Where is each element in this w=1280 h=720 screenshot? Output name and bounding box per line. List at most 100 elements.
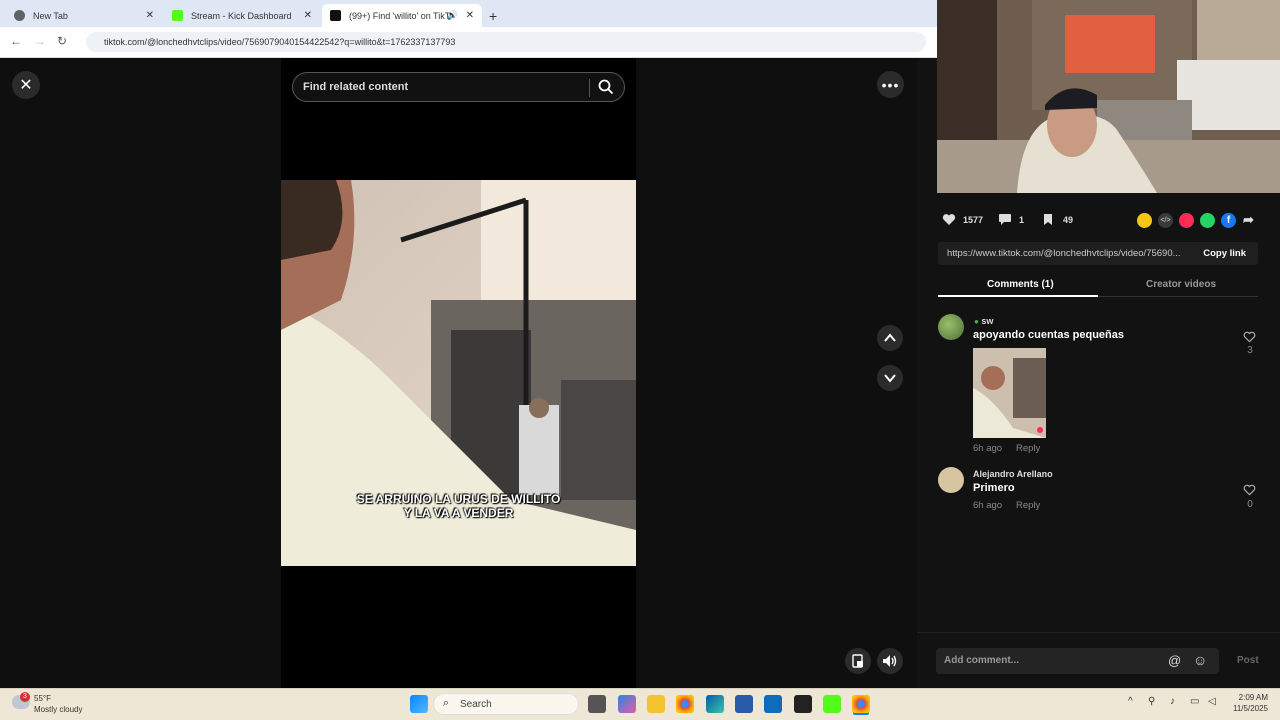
comment-username[interactable]: Alejandro Arellano xyxy=(973,469,1053,479)
file-explorer-icon[interactable] xyxy=(647,695,665,713)
avatar[interactable] xyxy=(938,314,964,340)
more-options-button[interactable]: ••• xyxy=(877,71,904,98)
search-placeholder: Find related content xyxy=(303,81,409,93)
edge-icon[interactable] xyxy=(706,695,724,713)
network-icon[interactable]: ⚲ xyxy=(1148,696,1155,707)
forward-icon[interactable]: → xyxy=(34,34,46,48)
copy-link-button[interactable]: Copy link xyxy=(1203,248,1246,259)
chrome-active-icon[interactable] xyxy=(852,695,870,713)
speaker-icon[interactable]: ◁ xyxy=(1208,696,1216,707)
close-tab-icon[interactable]: ✕ xyxy=(466,10,474,21)
comment-placeholder: Add comment... xyxy=(944,655,1020,666)
reload-icon[interactable]: ↻ xyxy=(57,34,67,48)
webcam-frame xyxy=(937,0,1280,193)
url-text: tiktok.com/@lonchedhvtclips/video/756907… xyxy=(104,37,456,47)
close-tab-icon[interactable]: ✕ xyxy=(146,10,154,21)
tray-chevron-icon[interactable]: ^ xyxy=(1128,696,1133,707)
share-link-url[interactable]: https://www.tiktok.com/@lonchedhvtclips/… xyxy=(947,248,1192,259)
display-icon[interactable]: ▭ xyxy=(1190,696,1199,707)
comment-time: 6h ago xyxy=(973,500,1003,511)
taskbar-search[interactable]: ⌕ Search xyxy=(433,693,579,715)
clock-date[interactable]: 11/5/2025 xyxy=(1226,704,1268,713)
comment-like-count: 0 xyxy=(1247,499,1253,510)
tab-comments[interactable]: Comments (1) xyxy=(987,279,1054,290)
windows-start-icon[interactable] xyxy=(410,695,428,713)
tiktok-icon xyxy=(330,10,341,21)
weather-desc: Mostly cloudy xyxy=(34,705,83,714)
emoji-icon[interactable]: ☺ xyxy=(1193,652,1207,668)
search-divider xyxy=(589,79,590,97)
globe-icon: ● xyxy=(974,317,979,326)
browser-tab-bar: New Tab ✕ Stream - Kick Dashboard ✕ (99+… xyxy=(0,0,937,27)
more-icon: ••• xyxy=(881,76,900,93)
comment-like-count: 3 xyxy=(1247,345,1253,356)
copilot-icon[interactable] xyxy=(618,695,636,713)
outlook-icon[interactable] xyxy=(764,695,782,713)
weather-badge: 3 xyxy=(20,692,30,702)
post-button[interactable]: Post xyxy=(1237,655,1259,666)
audio-playing-icon[interactable]: 🔊 xyxy=(447,10,458,21)
share-more-icon[interactable]: ➦ xyxy=(1243,212,1254,228)
whatsapp-icon[interactable] xyxy=(1200,213,1215,228)
search-input[interactable]: Find related content xyxy=(292,72,625,102)
store-icon[interactable] xyxy=(735,695,753,713)
video-caption-line1: SE ARRUINO LA URUS DE WILLITO xyxy=(356,492,561,506)
chrome-icon xyxy=(14,10,25,21)
comment-image-thumb xyxy=(973,348,1046,438)
reply-button[interactable]: Reply xyxy=(1016,443,1040,454)
heart-outline-icon xyxy=(1243,484,1256,496)
send-icon[interactable] xyxy=(1179,213,1194,228)
comment-stat[interactable]: 1 xyxy=(998,213,1024,226)
weather-temp: 55°F xyxy=(34,694,51,703)
chrome-icon[interactable] xyxy=(676,695,694,713)
clock-time[interactable]: 2:09 AM xyxy=(1226,693,1268,702)
url-field[interactable]: tiktok.com/@lonchedhvtclips/video/756907… xyxy=(86,32,926,52)
floating-player-icon xyxy=(852,654,863,668)
reply-button[interactable]: Reply xyxy=(1016,500,1040,511)
embed-icon[interactable]: </> xyxy=(1158,213,1173,228)
comment-count: 1 xyxy=(1019,214,1025,225)
tab-new-tab[interactable]: New Tab ✕ xyxy=(6,4,162,27)
heart-icon xyxy=(942,214,956,225)
heart-outline-icon xyxy=(1243,331,1256,343)
comment-username[interactable]: ● sw xyxy=(974,316,993,326)
close-button[interactable]: ✕ xyxy=(12,71,40,99)
avatar[interactable] xyxy=(938,467,964,493)
close-tab-icon[interactable]: ✕ xyxy=(304,10,312,21)
taskbar-search-label: Search xyxy=(460,699,492,710)
tab-label: Stream - Kick Dashboard xyxy=(191,10,292,21)
tab-tiktok[interactable]: (99+) Find 'willito' on TikTol 🔊 ✕ xyxy=(322,4,482,27)
microphone-icon[interactable]: ♪ xyxy=(1170,696,1175,707)
new-tab-button[interactable]: + xyxy=(484,4,504,27)
address-bar: ← → ↻ tiktok.com/@lonchedhvtclips/video/… xyxy=(0,27,937,58)
previous-video-button[interactable] xyxy=(877,325,903,351)
facebook-icon[interactable]: f xyxy=(1221,213,1236,228)
next-video-button[interactable] xyxy=(877,365,903,391)
search-icon[interactable] xyxy=(597,78,615,101)
tab-label: (99+) Find 'willito' on TikTol xyxy=(349,10,449,21)
tab-kick-dashboard[interactable]: Stream - Kick Dashboard ✕ xyxy=(164,4,320,27)
back-icon[interactable]: ← xyxy=(10,34,22,48)
kick-app-icon[interactable] xyxy=(823,695,841,713)
tab-creator-videos[interactable]: Creator videos xyxy=(1146,279,1216,290)
floating-player-button[interactable] xyxy=(845,648,871,674)
save-stat[interactable]: 49 xyxy=(1042,213,1073,226)
search-icon: ⌕ xyxy=(443,697,450,709)
volume-button[interactable] xyxy=(877,648,903,674)
volume-icon xyxy=(883,655,897,667)
task-view-icon[interactable] xyxy=(588,695,606,713)
comment-text: Primero xyxy=(973,482,1015,494)
tab-label: New Tab xyxy=(33,10,68,21)
comment-input[interactable]: Add comment... @ ☺ xyxy=(936,648,1219,674)
windows-taskbar xyxy=(0,688,1280,720)
like-count: 1577 xyxy=(963,214,984,225)
video-player[interactable]: SE ARRUINO LA URUS DE WILLITO Y LA VA A … xyxy=(281,180,636,566)
obs-icon[interactable] xyxy=(794,695,812,713)
friends-share-icon[interactable] xyxy=(1137,213,1152,228)
comment-image[interactable] xyxy=(973,348,1046,438)
comment-time: 6h ago xyxy=(973,443,1003,454)
mention-icon[interactable]: @ xyxy=(1168,653,1181,668)
comment-icon xyxy=(999,214,1011,225)
like-stat[interactable]: 1577 xyxy=(942,213,983,226)
video-caption-line2: Y LA VA A VENDER xyxy=(403,506,514,520)
